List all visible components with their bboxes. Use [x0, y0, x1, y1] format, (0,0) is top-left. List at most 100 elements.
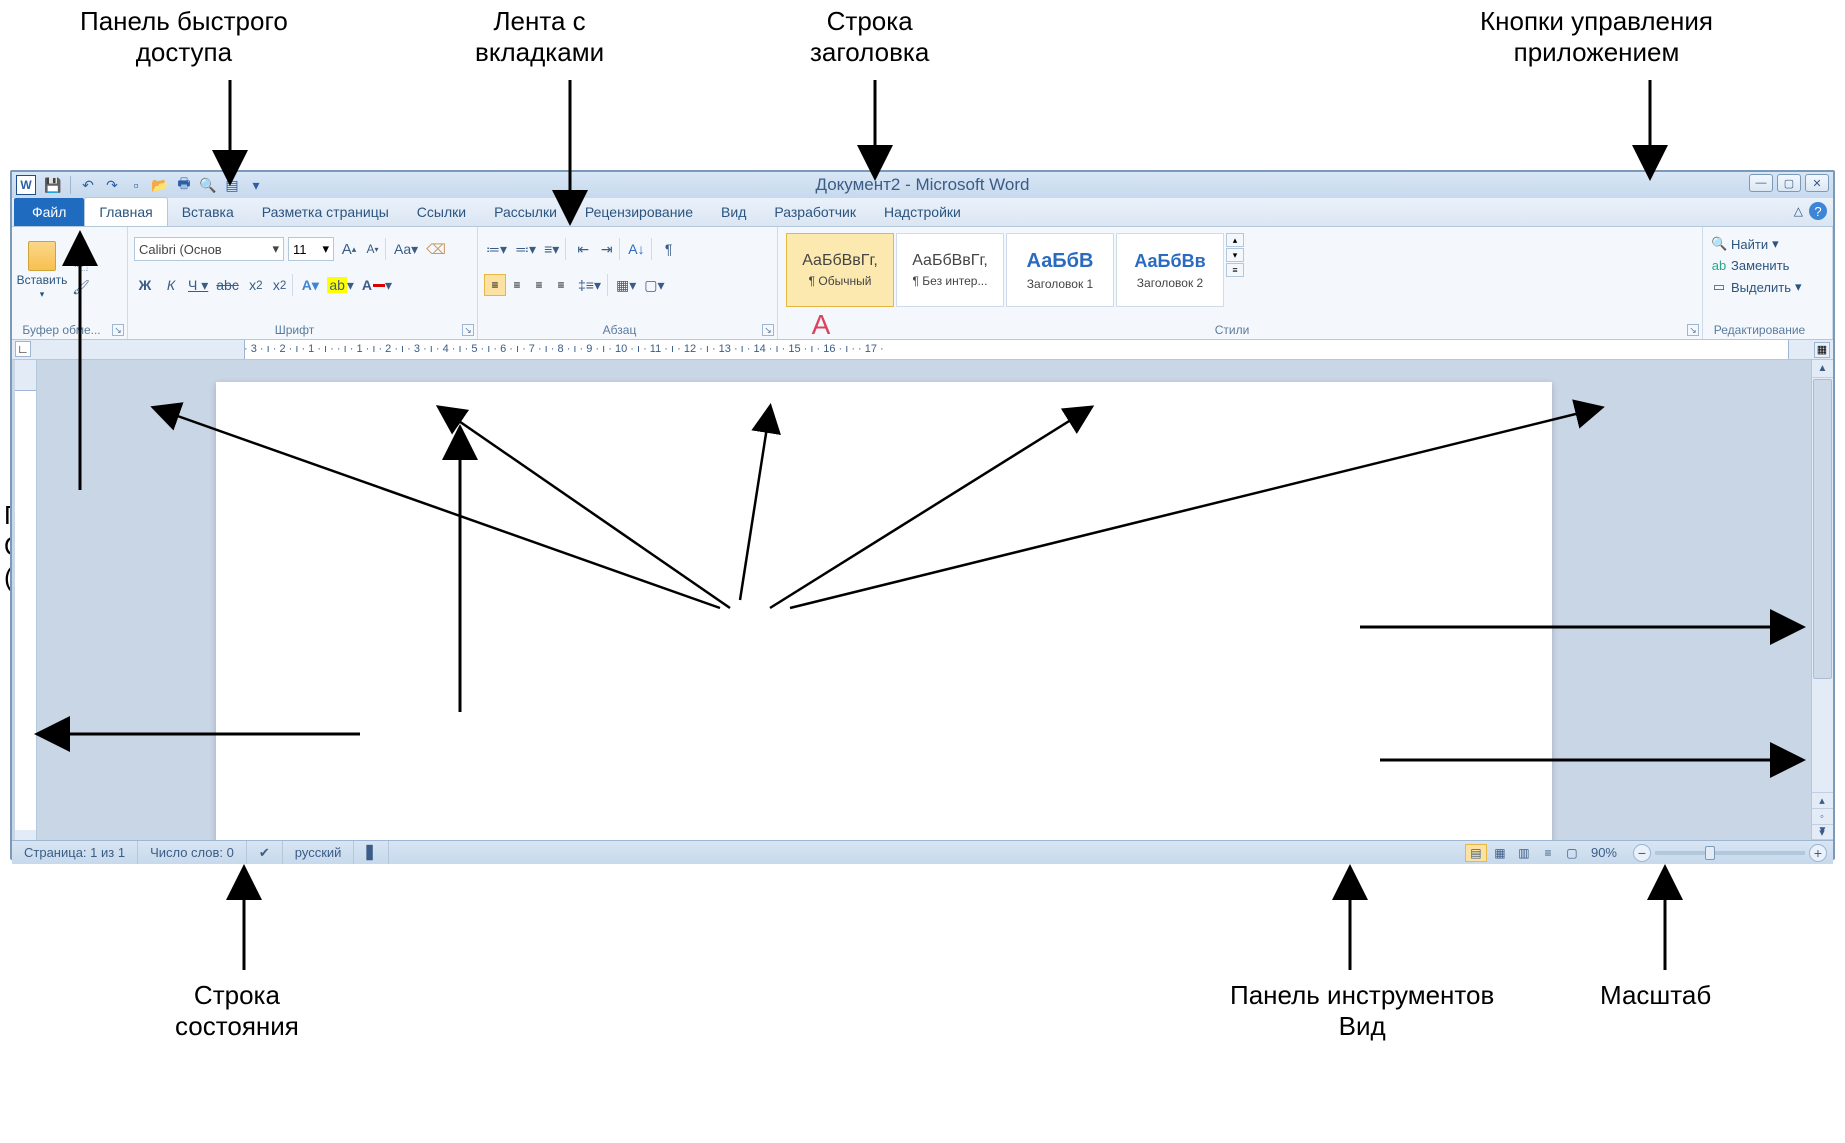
line-spacing-icon[interactable]: ‡≡▾ [576, 274, 608, 296]
zoom-in-button[interactable]: + [1809, 844, 1827, 862]
tab-page-layout[interactable]: Разметка страницы [248, 198, 403, 226]
align-justify-icon[interactable]: ≡ [550, 274, 572, 296]
indent-icon[interactable]: ⇥ [598, 238, 620, 260]
multilevel-icon[interactable]: ≡▾ [542, 238, 566, 260]
zoom-percent[interactable]: 90% [1591, 845, 1617, 860]
help-icon[interactable]: ? [1809, 202, 1827, 220]
clear-format-icon[interactable]: ⌫ [424, 238, 448, 260]
tab-addins[interactable]: Надстройки [870, 198, 975, 226]
qat-open-icon[interactable]: 📂 [151, 176, 169, 194]
bullets-icon[interactable]: ≔▾ [484, 238, 509, 260]
qat-new-icon[interactable]: ▫ [127, 176, 145, 194]
view-web-icon[interactable]: ▥ [1513, 844, 1535, 862]
maximize-button[interactable]: ▢ [1777, 174, 1801, 192]
vertical-ruler[interactable] [15, 360, 37, 840]
zoom-out-button[interactable]: − [1633, 844, 1651, 862]
superscript-icon[interactable]: x2 [271, 274, 293, 296]
copy-icon[interactable]: ⿻ [72, 257, 90, 273]
qat-redo-icon[interactable]: ↷ [103, 176, 121, 194]
tab-file[interactable]: Файл [14, 198, 84, 226]
borders-icon[interactable]: ▢▾ [642, 274, 666, 296]
italic-icon[interactable]: К [160, 274, 182, 296]
qat-undo-icon[interactable]: ↶ [79, 176, 97, 194]
tab-developer[interactable]: Разработчик [760, 198, 870, 226]
quick-access-toolbar: 💾 ↶ ↷ ▫ 📂 🖶 🔍 ▤ ▾ [44, 176, 265, 194]
sort-icon[interactable]: A↓ [626, 238, 651, 260]
shading-icon[interactable]: ▦▾ [614, 274, 638, 296]
style-more-icon[interactable]: ≡ [1226, 263, 1244, 277]
style-down-icon[interactable]: ▾ [1226, 248, 1244, 262]
minimize-button[interactable]: — [1749, 174, 1773, 192]
status-words[interactable]: Число слов: 0 [138, 841, 247, 864]
view-outline-icon[interactable]: ≡ [1537, 844, 1559, 862]
highlight-icon[interactable]: ab▾ [325, 274, 356, 296]
qat-quickprint-icon[interactable]: ▤ [223, 176, 241, 194]
qat-customize-icon[interactable]: ▾ [247, 176, 265, 194]
paragraph-launcher[interactable]: ↘ [762, 324, 774, 336]
tab-review[interactable]: Рецензирование [571, 198, 707, 226]
clipboard-launcher[interactable]: ↘ [112, 324, 124, 336]
align-left-icon[interactable]: ≡ [484, 274, 506, 296]
font-name-combo[interactable]: Calibri (Основ▾ [134, 237, 284, 261]
align-center-icon[interactable]: ≡ [506, 274, 528, 296]
underline-icon[interactable]: Ч ▾ [186, 274, 210, 296]
close-button[interactable]: ✕ [1805, 174, 1829, 192]
zoom-thumb[interactable] [1705, 846, 1715, 860]
strike-icon[interactable]: abc [214, 274, 241, 296]
style-up-icon[interactable]: ▴ [1226, 233, 1244, 247]
qat-preview-icon[interactable]: 🔍 [199, 176, 217, 194]
style-normal[interactable]: АаБбВвГг, ¶ Обычный [786, 233, 894, 307]
styles-launcher[interactable]: ↘ [1687, 324, 1699, 336]
font-color-icon[interactable]: A▾ [360, 274, 394, 296]
tab-mailings[interactable]: Рассылки [480, 198, 571, 226]
select-browse-object-icon[interactable]: ◦ [1811, 808, 1833, 824]
outdent-icon[interactable]: ⇤ [572, 238, 594, 260]
tab-home[interactable]: Главная [84, 197, 167, 226]
next-object-icon[interactable]: ▾ [1811, 824, 1833, 840]
text-effects-icon[interactable]: A▾ [299, 274, 321, 296]
qat-save-icon[interactable]: 💾 [44, 176, 62, 194]
document-page[interactable] [216, 382, 1552, 840]
replace-button[interactable]: abЗаменить [1709, 255, 1826, 276]
status-language[interactable]: русский [283, 841, 355, 864]
status-page[interactable]: Страница: 1 из 1 [12, 841, 138, 864]
ruler-toggle-icon[interactable]: ▦ [1814, 342, 1830, 358]
prev-object-icon[interactable]: ▴ [1811, 792, 1833, 808]
subscript-icon[interactable]: x2 [245, 274, 267, 296]
style-nospacing[interactable]: АаБбВвГг, ¶ Без интер... [896, 233, 1004, 307]
font-launcher[interactable]: ↘ [462, 324, 474, 336]
scroll-up-icon[interactable]: ▲ [1812, 360, 1833, 378]
style-heading2[interactable]: АаБбВв Заголовок 2 [1116, 233, 1224, 307]
word-app-icon[interactable]: W [16, 175, 36, 195]
collapse-ribbon-icon[interactable]: △ [1794, 204, 1803, 218]
tab-view[interactable]: Вид [707, 198, 760, 226]
find-button[interactable]: 🔍Найти ▾ [1709, 233, 1826, 255]
view-draft-icon[interactable]: ▢ [1561, 844, 1583, 862]
bold-icon[interactable]: Ж [134, 274, 156, 296]
numbering-icon[interactable]: ≕▾ [513, 238, 538, 260]
vertical-scrollbar[interactable]: ▲ ▼ ▴ ◦ ▾ [1811, 360, 1833, 840]
select-button[interactable]: ▭Выделить ▾ [1709, 276, 1826, 298]
tab-references[interactable]: Ссылки [403, 198, 480, 226]
grow-font-icon[interactable]: A▴ [338, 238, 360, 260]
zoom-track[interactable] [1655, 851, 1805, 855]
show-marks-icon[interactable]: ¶ [658, 238, 680, 260]
cut-icon[interactable]: ✂ [72, 235, 90, 251]
tab-insert[interactable]: Вставка [168, 198, 248, 226]
horizontal-ruler[interactable]: · 3 · ı · 2 · ı · 1 · ı · · ı · 1 · ı · … [68, 340, 1789, 360]
status-proofing[interactable]: ✔ [247, 841, 283, 864]
view-print-layout-icon[interactable]: ▤ [1465, 844, 1487, 862]
status-insert-mode[interactable]: ▋ [354, 841, 389, 864]
shrink-font-icon[interactable]: A▾ [364, 238, 386, 260]
qat-print-icon[interactable]: 🖶 [175, 176, 193, 194]
tab-stop-selector[interactable]: ∟ [15, 341, 31, 357]
change-case-icon[interactable]: Aa▾ [392, 238, 420, 260]
scroll-thumb[interactable] [1813, 379, 1832, 679]
style-gallery-scroll: ▴ ▾ ≡ [1226, 233, 1244, 277]
paste-button[interactable]: Вставить ▾ [18, 231, 66, 309]
style-heading1[interactable]: АаБбВ Заголовок 1 [1006, 233, 1114, 307]
align-right-icon[interactable]: ≡ [528, 274, 550, 296]
format-painter-icon[interactable]: 🖌 [72, 279, 90, 295]
view-fullscreen-icon[interactable]: ▦ [1489, 844, 1511, 862]
font-size-combo[interactable]: 11▾ [288, 237, 334, 261]
